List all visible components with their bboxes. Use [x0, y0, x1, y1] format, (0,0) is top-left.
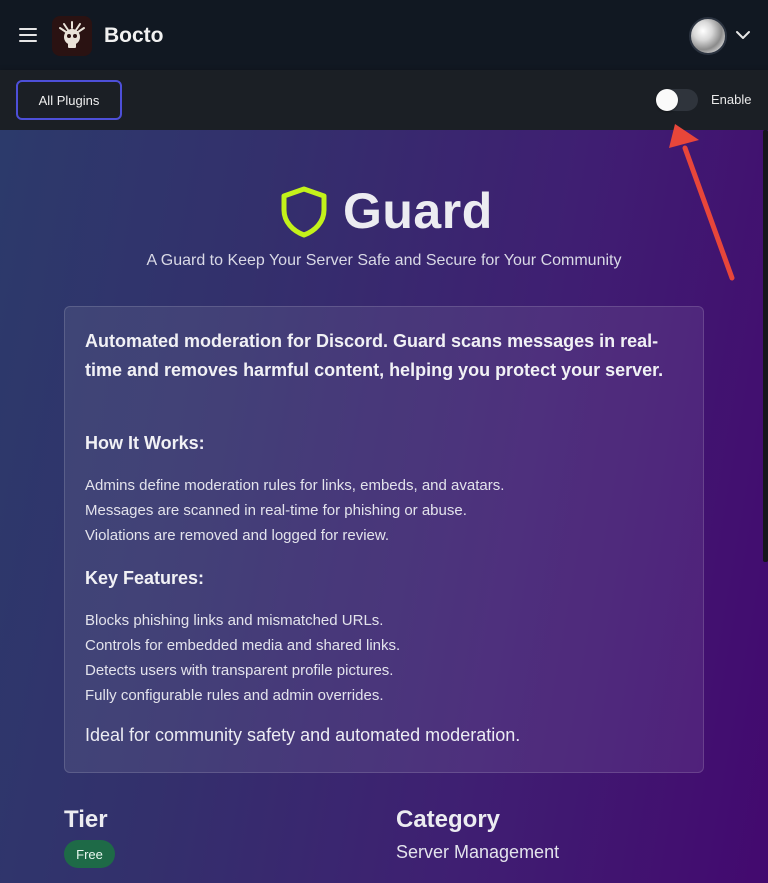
how-item: Admins define moderation rules for links…	[85, 477, 505, 494]
scrollbar[interactable]	[763, 130, 768, 562]
chevron-down-icon[interactable]	[735, 27, 751, 43]
category-value: Server Management	[396, 842, 560, 862]
brand-name[interactable]: Bocto	[104, 24, 164, 48]
tier-badge: Free	[64, 840, 115, 868]
description-closing: Ideal for community safety and automated…	[85, 725, 521, 745]
plugin-detail: Guard A Guard to Keep Your Server Safe a…	[0, 130, 768, 883]
feature-item: Blocks phishing links and mismatched URL…	[85, 612, 384, 629]
shield-icon	[281, 186, 327, 238]
bot-logo[interactable]	[52, 16, 92, 56]
enable-label: Enable	[711, 92, 752, 107]
top-navbar: Bocto	[0, 0, 768, 70]
plugin-title: Guard	[343, 183, 493, 239]
how-item: Violations are removed and logged for re…	[85, 527, 390, 544]
how-it-works-heading: How It Works:	[85, 433, 205, 453]
description-lead: Automated moderation for Discord. Guard …	[85, 331, 664, 380]
user-avatar[interactable]	[689, 17, 727, 55]
feature-item: Fully configurable rules and admin overr…	[85, 687, 384, 704]
toggle-knob	[656, 89, 678, 111]
plugin-tagline: A Guard to Keep Your Server Safe and Sec…	[146, 252, 622, 269]
annotation-arrow	[669, 124, 735, 281]
key-features-heading: Key Features:	[85, 568, 205, 588]
how-item: Messages are scanned in real-time for ph…	[85, 502, 467, 519]
all-plugins-button[interactable]: All Plugins	[16, 80, 122, 120]
tier-label: Tier	[64, 806, 108, 833]
plugin-toolbar: All Plugins Enable	[0, 70, 768, 130]
feature-item: Controls for embedded media and shared l…	[85, 637, 401, 654]
enable-toggle[interactable]	[656, 89, 698, 111]
category-label: Category	[396, 806, 501, 833]
feature-item: Detects users with transparent profile p…	[85, 662, 394, 679]
description-card: Automated moderation for Discord. Guard …	[64, 306, 704, 773]
plugin-header: Guard	[0, 180, 768, 244]
bot-logo-icon	[59, 21, 85, 48]
hamburger-icon[interactable]	[19, 28, 37, 42]
